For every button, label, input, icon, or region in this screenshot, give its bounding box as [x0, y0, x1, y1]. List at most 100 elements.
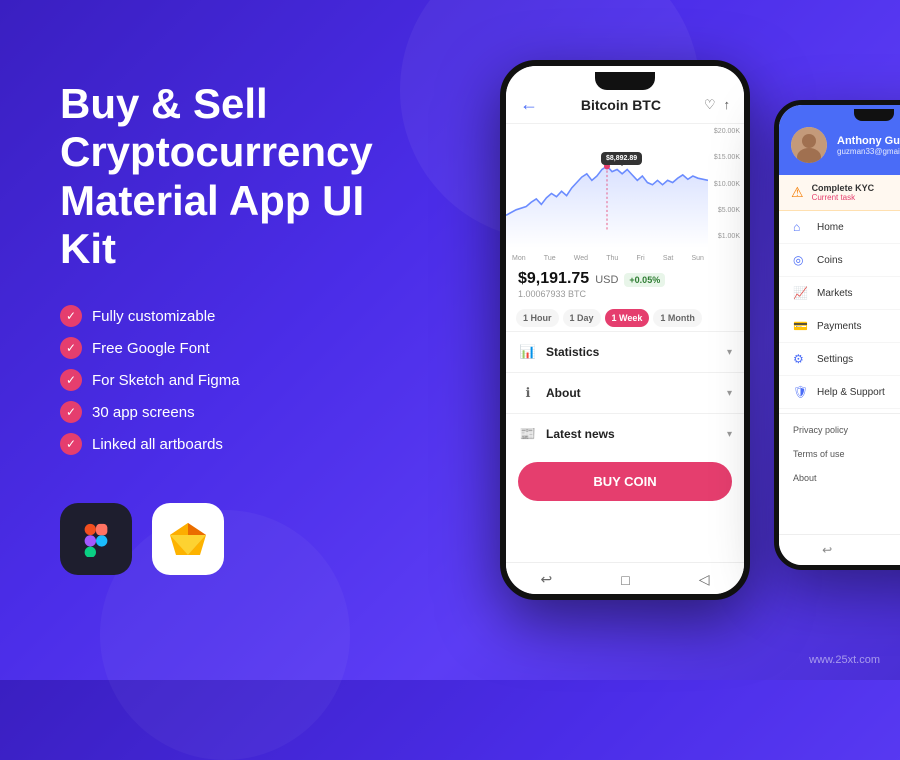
statistics-section[interactable]: 📊 Statistics ▾: [506, 331, 744, 372]
chevron-icon: ▾: [727, 388, 732, 399]
nav-item-home[interactable]: ⌂ Home: [779, 211, 900, 244]
price-currency: USD: [595, 274, 618, 286]
x-label: Tue: [544, 255, 556, 262]
sidebar-nav: ⌂ Home ◎ Coins 📈 Markets 💳 Payments ⚙ Se…: [779, 211, 900, 534]
time-tab-1h[interactable]: 1 Hour: [516, 309, 559, 327]
feature-item: ✓ Free Google Font: [60, 337, 420, 359]
news-section[interactable]: 📰 Latest news ▾: [506, 413, 744, 454]
y-label: $1.00K: [714, 233, 740, 240]
x-label: Wed: [574, 255, 588, 262]
nav-label-coins: Coins: [817, 255, 843, 266]
y-label: $20.00K: [714, 128, 740, 135]
sidebar-bottom-nav: ↩ □: [779, 534, 900, 565]
tool-icons: [60, 503, 420, 575]
price-tooltip: $8,892.89: [601, 152, 642, 165]
coins-icon: ◎: [793, 253, 809, 267]
check-icon: ✓: [60, 337, 82, 359]
statistics-label: Statistics: [546, 345, 599, 359]
chevron-icon: ▾: [727, 429, 732, 440]
x-label: Sun: [692, 255, 704, 262]
nav-label-help: Help & Support: [817, 387, 885, 398]
phone-notch: [595, 72, 655, 90]
about-icon: ℹ: [518, 383, 538, 403]
main-title: Buy & SellCryptocurrencyMaterial App UI …: [60, 80, 420, 273]
sidebar-divider: [779, 413, 900, 414]
nav-item-settings[interactable]: ⚙ Settings: [779, 343, 900, 376]
kyc-banner[interactable]: ⚠ Complete KYC Current task: [779, 175, 900, 211]
chart-svg: [506, 128, 744, 248]
nav-back[interactable]: ↩: [541, 571, 553, 588]
link-about[interactable]: About: [779, 466, 900, 490]
feature-list: ✓ Fully customizable ✓ Free Google Font …: [60, 305, 420, 455]
price-change: +0.05%: [624, 273, 665, 287]
user-email: guzman33@gmail.com: [837, 147, 900, 156]
statistics-icon: 📊: [518, 342, 538, 362]
nav-label-payments: Payments: [817, 321, 861, 332]
buy-button[interactable]: BUY COIN: [518, 462, 732, 501]
check-icon: ✓: [60, 369, 82, 391]
nav-item-help[interactable]: 🛡 Help & Support: [779, 376, 900, 409]
x-label: Fri: [636, 255, 644, 262]
settings-icon: ⚙: [793, 352, 809, 366]
phone-bottom-nav: ↩ □ ◁: [506, 562, 744, 594]
nav-item-payments[interactable]: 💳 Payments: [779, 310, 900, 343]
kyc-info: Complete KYC Current task: [812, 183, 875, 202]
payments-icon: 💳: [793, 319, 809, 333]
help-icon: 🛡: [793, 385, 809, 399]
kyc-icon: ⚠: [791, 184, 804, 201]
link-privacy[interactable]: Privacy policy: [779, 418, 900, 442]
home-icon: ⌂: [793, 220, 809, 234]
phone-main: ← Bitcoin BTC ♡ ↑ $20.00K $15.00K $10.00…: [500, 60, 750, 600]
about-label: About: [546, 386, 581, 400]
user-info: Anthony Guzman guzman33@gmail.com: [837, 135, 900, 156]
left-section: Buy & SellCryptocurrencyMaterial App UI …: [60, 80, 420, 575]
header-icons: ♡ ↑: [704, 97, 730, 113]
nav-label-markets: Markets: [817, 288, 853, 299]
back-button[interactable]: ←: [520, 94, 538, 115]
feature-item: ✓ Fully customizable: [60, 305, 420, 327]
time-tab-1w[interactable]: 1 Week: [605, 309, 650, 327]
price-section: $9,191.75 USD +0.05% 1.00067933 BTC: [506, 264, 744, 305]
time-tabs: 1 Hour 1 Day 1 Week 1 Month: [506, 305, 744, 331]
check-icon: ✓: [60, 433, 82, 455]
price-value: $9,191.75: [518, 270, 589, 288]
link-terms[interactable]: Terms of use: [779, 442, 900, 466]
heart-icon[interactable]: ♡: [704, 97, 716, 113]
feature-text: Linked all artboards: [92, 436, 223, 453]
check-icon: ✓: [60, 305, 82, 327]
nav-label-home: Home: [817, 222, 844, 233]
markets-icon: 📈: [793, 286, 809, 300]
y-label: $10.00K: [714, 181, 740, 188]
news-label: Latest news: [546, 427, 615, 441]
chevron-icon: ▾: [727, 347, 732, 358]
check-icon: ✓: [60, 401, 82, 423]
watermark: www.25xt.com: [809, 654, 880, 666]
share-icon[interactable]: ↑: [723, 97, 730, 113]
nav-recent[interactable]: ◁: [699, 571, 710, 588]
chart-area: $20.00K $15.00K $10.00K $5.00K $1.00K: [506, 124, 744, 264]
nav-home[interactable]: □: [621, 572, 629, 588]
about-section[interactable]: ℹ About ▾: [506, 372, 744, 413]
x-label: Mon: [512, 255, 526, 262]
coin-title: Bitcoin BTC: [581, 97, 661, 113]
nav-item-coins[interactable]: ◎ Coins: [779, 244, 900, 277]
feature-item: ✓ For Sketch and Figma: [60, 369, 420, 391]
user-name: Anthony Guzman: [837, 135, 900, 147]
sketch-icon-box: [152, 503, 224, 575]
news-icon: 📰: [518, 424, 538, 444]
time-tab-1d[interactable]: 1 Day: [563, 309, 601, 327]
phone-screen: ← Bitcoin BTC ♡ ↑ $20.00K $15.00K $10.00…: [506, 66, 744, 594]
x-label: Sat: [663, 255, 674, 262]
time-tab-1m[interactable]: 1 Month: [653, 309, 702, 327]
nav-item-markets[interactable]: 📈 Markets: [779, 277, 900, 310]
sidebar-screen: Anthony Guzman guzman33@gmail.com ⚠ Comp…: [779, 105, 900, 565]
y-label: $15.00K: [714, 154, 740, 161]
avatar: [791, 127, 827, 163]
phone-sidebar-notch: [854, 109, 894, 121]
chart-x-labels: Mon Tue Wed Thu Fri Sat Sun: [512, 255, 704, 262]
kyc-subtitle: Current task: [812, 193, 875, 202]
feature-text: For Sketch and Figma: [92, 372, 240, 389]
x-label: Thu: [606, 255, 618, 262]
sidebar-nav-back[interactable]: ↩: [822, 543, 832, 557]
feature-text: Free Google Font: [92, 340, 210, 357]
